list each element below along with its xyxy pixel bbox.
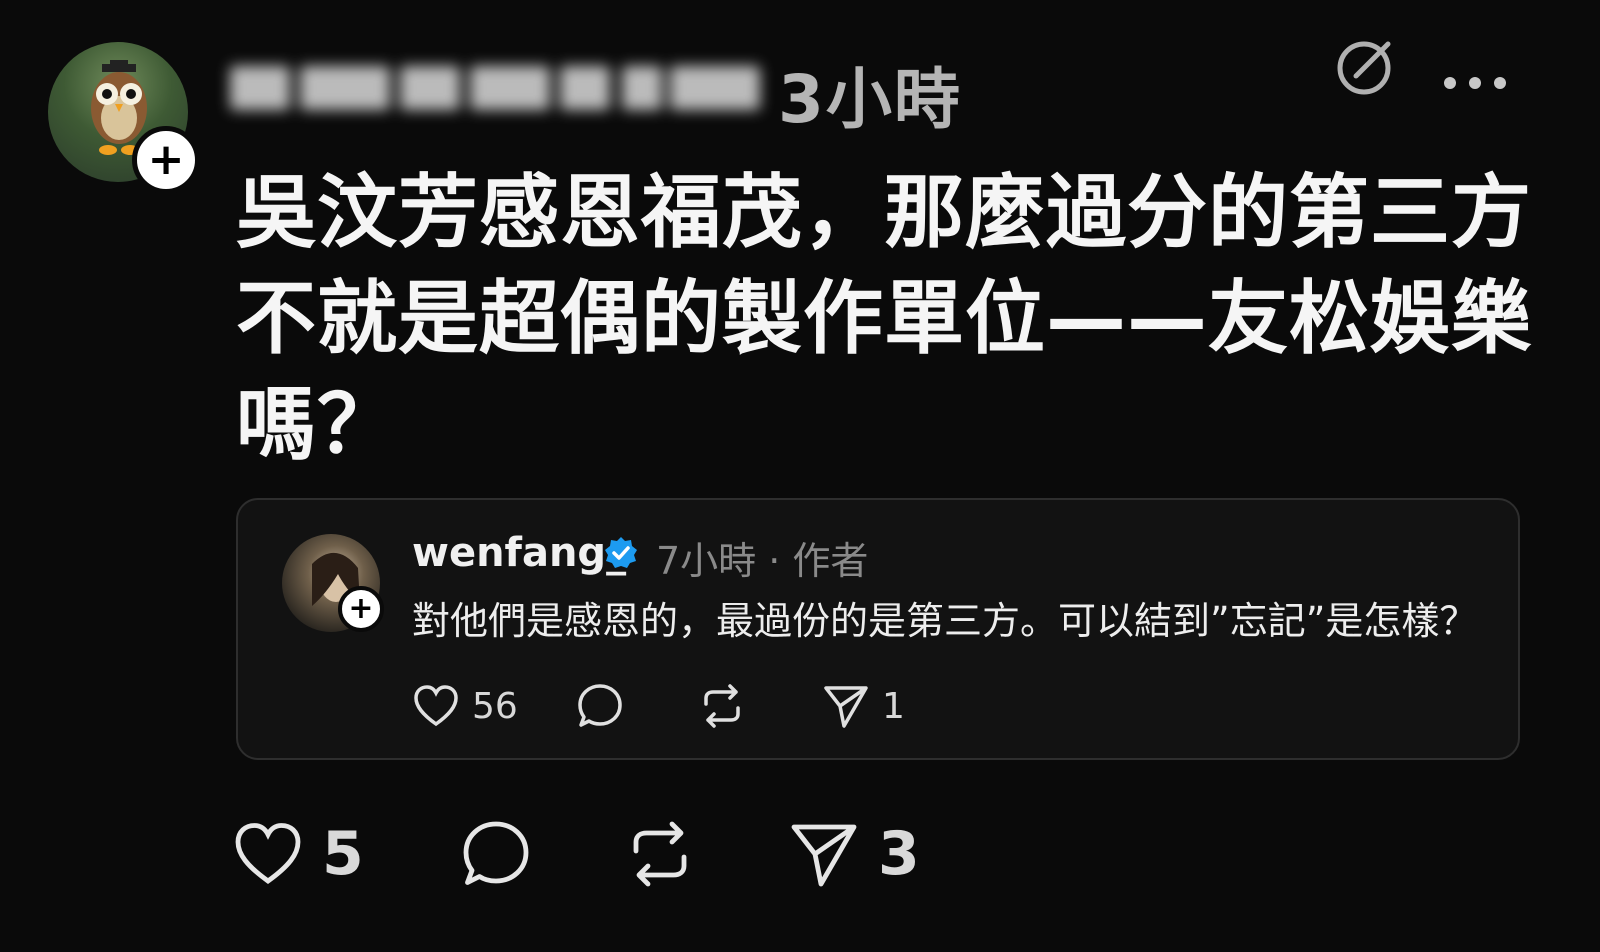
follow-button[interactable]: + xyxy=(132,126,200,194)
quoted-username[interactable]: wenfang_ xyxy=(412,530,626,576)
comment-icon xyxy=(578,684,622,727)
repost-icon xyxy=(704,684,740,728)
more-options-icon[interactable] xyxy=(1440,58,1510,108)
quoted-share-count: 1 xyxy=(882,685,905,727)
post-body-text: 吳汶芳感恩福茂，那麼過分的第三方不就是超偶的製作單位——友松娛樂嗎？ xyxy=(236,166,1532,471)
quoted-comment-button[interactable] xyxy=(576,682,624,730)
thread-post: + 3小時 吳汶芳感恩福茂，那麼過分的第三方不就是超偶的製作單位——友松娛樂嗎？ xyxy=(0,0,1600,952)
post-timestamp: 3小時 xyxy=(778,61,962,138)
share-button[interactable]: 3 xyxy=(788,818,920,890)
comment-button[interactable] xyxy=(460,818,532,890)
heart-icon xyxy=(414,685,458,727)
quoted-follow-button[interactable]: + xyxy=(338,586,384,632)
send-icon xyxy=(791,824,857,887)
quoted-like-button[interactable]: 56 xyxy=(412,682,518,730)
quoted-body-text: 對他們是感恩的，最過份的是第三方。可以結到”忘記”是怎樣？ xyxy=(412,599,1478,643)
quoted-share-button[interactable]: 1 xyxy=(822,682,905,730)
username-blurred[interactable] xyxy=(230,48,760,126)
send-icon xyxy=(824,686,868,728)
quoted-like-count: 56 xyxy=(472,685,518,727)
quoted-repost-button[interactable] xyxy=(698,682,746,730)
quoted-post-card[interactable]: + wenfang_ 7小時 · 作者 對他們是感恩的，最過份的是第三方。可以結… xyxy=(236,498,1520,760)
comment-icon xyxy=(463,821,529,885)
verified-badge-icon xyxy=(605,537,637,568)
repost-icon xyxy=(633,821,687,887)
share-count: 3 xyxy=(878,819,920,889)
like-button[interactable]: 5 xyxy=(232,818,364,890)
quoted-meta: 7小時 · 作者 xyxy=(656,539,869,583)
edit-icon[interactable] xyxy=(1336,36,1396,96)
like-count: 5 xyxy=(322,819,364,889)
repost-button[interactable] xyxy=(624,818,696,890)
heart-icon xyxy=(235,823,301,884)
